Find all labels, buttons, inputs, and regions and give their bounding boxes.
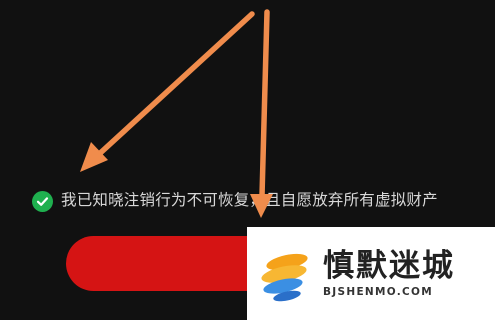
arrow-icon [80,11,255,172]
consent-agreement[interactable]: 我已知晓注销行为不可恢复，且自愿放弃所有虚拟财产 [32,188,438,214]
watermark: 慎默迷城 BJSHENMO.COM [247,227,495,320]
check-circle-icon[interactable] [32,190,53,212]
watermark-subtitle: BJSHENMO.COM [323,286,434,299]
swirl-logo-icon [261,253,308,301]
account-deregister-screen: 我已知晓注销行为不可恢复，且自愿放弃所有虚拟财产 注销 慎默迷城 BJSHENM… [0,0,495,320]
consent-text: 我已知晓注销行为不可恢复，且自愿放弃所有虚拟财产 [61,191,438,210]
watermark-title: 慎默迷城 [323,247,455,284]
